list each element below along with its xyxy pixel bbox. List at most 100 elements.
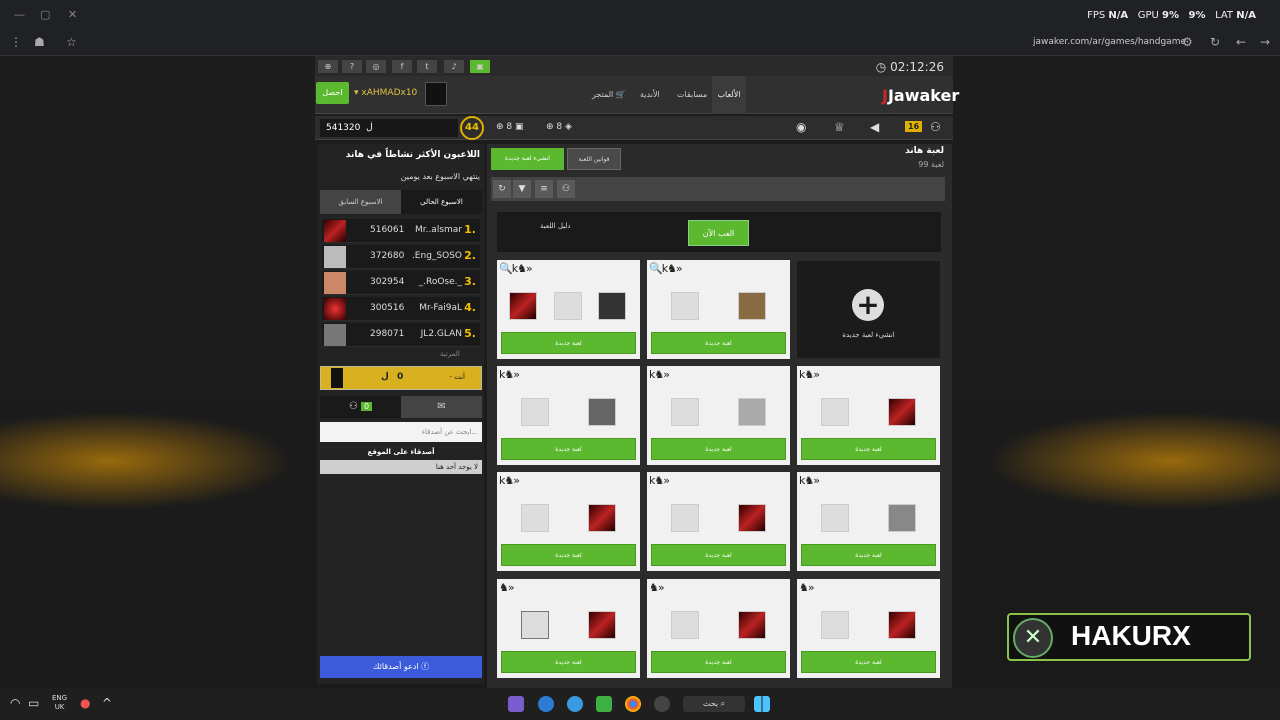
new-game-button[interactable]: لعبة جديدة: [651, 544, 786, 566]
avatar[interactable]: [324, 220, 346, 242]
game-card[interactable]: k♞» لعبة جديدة: [647, 472, 790, 571]
rules-button[interactable]: قوانين اللعبة: [567, 148, 621, 170]
reload-icon[interactable]: ↻: [1210, 35, 1220, 49]
player-slot[interactable]: [821, 611, 849, 639]
player-slot[interactable]: [738, 611, 766, 639]
invite-friends-button[interactable]: ادعو أصدقائك ⓕ: [320, 656, 482, 678]
nav-games[interactable]: الألعاب: [712, 76, 746, 114]
search-box[interactable]: بحث ⌕: [683, 696, 745, 712]
chrome-icon[interactable]: [625, 696, 641, 712]
game-card[interactable]: k♞» لعبة جديدة: [797, 366, 940, 465]
filter-icon[interactable]: ▼: [513, 180, 531, 198]
logo[interactable]: JJawaker: [882, 86, 959, 105]
level-badge[interactable]: 44: [460, 116, 484, 140]
player-slot[interactable]: [671, 504, 699, 532]
player-slot[interactable]: [671, 292, 699, 320]
game-card[interactable]: ♞» لعبة جديدة: [797, 579, 940, 678]
create-game-button[interactable]: انشىء لعبة جديدة: [491, 148, 564, 170]
leaderboard-row[interactable]: 302954 _.RoOse._ 3.: [322, 271, 480, 295]
forward-icon[interactable]: →: [1260, 35, 1270, 49]
player-slot[interactable]: [738, 292, 766, 320]
site-settings-icon[interactable]: ⚙: [1182, 35, 1193, 49]
game-card[interactable]: ♞» لعبة جديدة: [497, 579, 640, 678]
group-icon[interactable]: ⚇: [557, 180, 575, 198]
game-card[interactable]: k♞» لعبة جديدة: [797, 472, 940, 571]
back-icon[interactable]: ←: [1236, 35, 1246, 49]
twitter-icon[interactable]: t: [417, 60, 437, 73]
player-slot[interactable]: [521, 611, 549, 639]
obs-icon[interactable]: [654, 696, 670, 712]
notification-badge[interactable]: 16: [905, 121, 923, 132]
player-slot[interactable]: [598, 292, 626, 320]
new-game-button[interactable]: لعبة جديدة: [501, 438, 636, 460]
tab-current-week[interactable]: الاسبوع الحالي: [401, 190, 482, 214]
play-now-button[interactable]: العب الآن: [688, 220, 749, 246]
url-text[interactable]: jawaker.com/ar/games/handgame: [1033, 37, 1186, 47]
avatar[interactable]: [324, 298, 346, 320]
new-game-button[interactable]: لعبة جديدة: [501, 544, 636, 566]
leaderboard-row[interactable]: 300516 Mr-Fai9aL 4.: [322, 297, 480, 321]
player-slot[interactable]: [588, 611, 616, 639]
app-icon[interactable]: [567, 696, 583, 712]
player-slot[interactable]: [554, 292, 582, 320]
player-slot[interactable]: [521, 504, 549, 532]
facebook-icon[interactable]: f: [392, 60, 412, 73]
mic-icon[interactable]: ●: [80, 696, 90, 710]
leaderboard-row[interactable]: 516061 Mr..alsmar 1.: [322, 219, 480, 243]
player-slot[interactable]: [821, 398, 849, 426]
player-slot[interactable]: [888, 611, 916, 639]
maximize-icon[interactable]: ▢: [40, 8, 50, 21]
chevron-up-icon[interactable]: ^: [102, 696, 112, 710]
h-app-icon[interactable]: [596, 696, 612, 712]
player-slot[interactable]: [888, 398, 916, 426]
megaphone-icon[interactable]: ◀: [870, 120, 879, 134]
player-slot[interactable]: [671, 611, 699, 639]
player-slot[interactable]: [821, 504, 849, 532]
close-icon[interactable]: ✕: [68, 8, 77, 21]
globe-icon[interactable]: ⊕: [318, 60, 338, 73]
game-card[interactable]: k♞» لعبة جديدة: [647, 366, 790, 465]
plus-icon[interactable]: +: [852, 289, 884, 321]
new-game-button[interactable]: لعبة جديدة: [801, 651, 936, 673]
guide-link[interactable]: دليل اللعبة: [540, 222, 571, 230]
minimize-icon[interactable]: —: [14, 8, 25, 21]
nav-store[interactable]: المتجر 🛒: [592, 90, 626, 99]
list-icon[interactable]: ≡: [535, 180, 553, 198]
friends-icon[interactable]: ⚇: [930, 120, 941, 134]
language-indicator[interactable]: ENG UK: [52, 694, 67, 712]
username[interactable]: ▾ xAHMADx10: [354, 88, 417, 98]
game-card[interactable]: k♞» لعبة جديدة: [497, 366, 640, 465]
player-slot[interactable]: [588, 504, 616, 532]
player-slot[interactable]: [738, 398, 766, 426]
wifi-icon[interactable]: ◠: [10, 696, 20, 710]
tokens-stat[interactable]: ⊕ 8 ◈: [546, 122, 572, 132]
avatar[interactable]: [324, 246, 346, 268]
avatar[interactable]: [425, 82, 447, 106]
new-game-button[interactable]: لعبة جديدة: [651, 332, 786, 354]
nav-contests[interactable]: مسابقات: [677, 90, 707, 99]
windows-start-icon[interactable]: [754, 696, 770, 712]
new-game-button[interactable]: لعبة جديدة: [501, 332, 636, 354]
gems-stat[interactable]: ⊕ 8 ▣: [496, 122, 524, 132]
new-game-button[interactable]: لعبة جديدة: [801, 544, 936, 566]
player-slot[interactable]: [671, 398, 699, 426]
player-slot[interactable]: [509, 292, 537, 320]
monitor-icon[interactable]: ▭: [28, 696, 39, 710]
game-card[interactable]: 🔍k♞» لعبة جديدة: [497, 260, 640, 359]
friends-tab[interactable]: ⚇ 0: [320, 396, 401, 418]
player-slot[interactable]: [888, 504, 916, 532]
android-icon[interactable]: ▣: [470, 60, 490, 73]
player-slot[interactable]: [588, 398, 616, 426]
chat-icon[interactable]: ✉: [401, 396, 482, 418]
new-game-button[interactable]: لعبة جديدة: [651, 651, 786, 673]
new-game-button[interactable]: لعبة جديدة: [501, 651, 636, 673]
create-game-card[interactable]: + انشيء لعبة جديدة: [797, 261, 940, 358]
game-card[interactable]: k♞» لعبة جديدة: [497, 472, 640, 571]
menu-icon[interactable]: ⋮: [10, 35, 22, 49]
tab-previous-week[interactable]: الاسبوع السابق: [320, 190, 401, 214]
star-icon[interactable]: ☆: [66, 35, 77, 49]
new-game-button[interactable]: لعبة جديدة: [651, 438, 786, 460]
game-card[interactable]: 🔍k♞» لعبة جديدة: [647, 260, 790, 359]
leaderboard-row[interactable]: 372680 .Eng_SOSO 2.: [322, 245, 480, 269]
avatar[interactable]: [324, 272, 346, 294]
